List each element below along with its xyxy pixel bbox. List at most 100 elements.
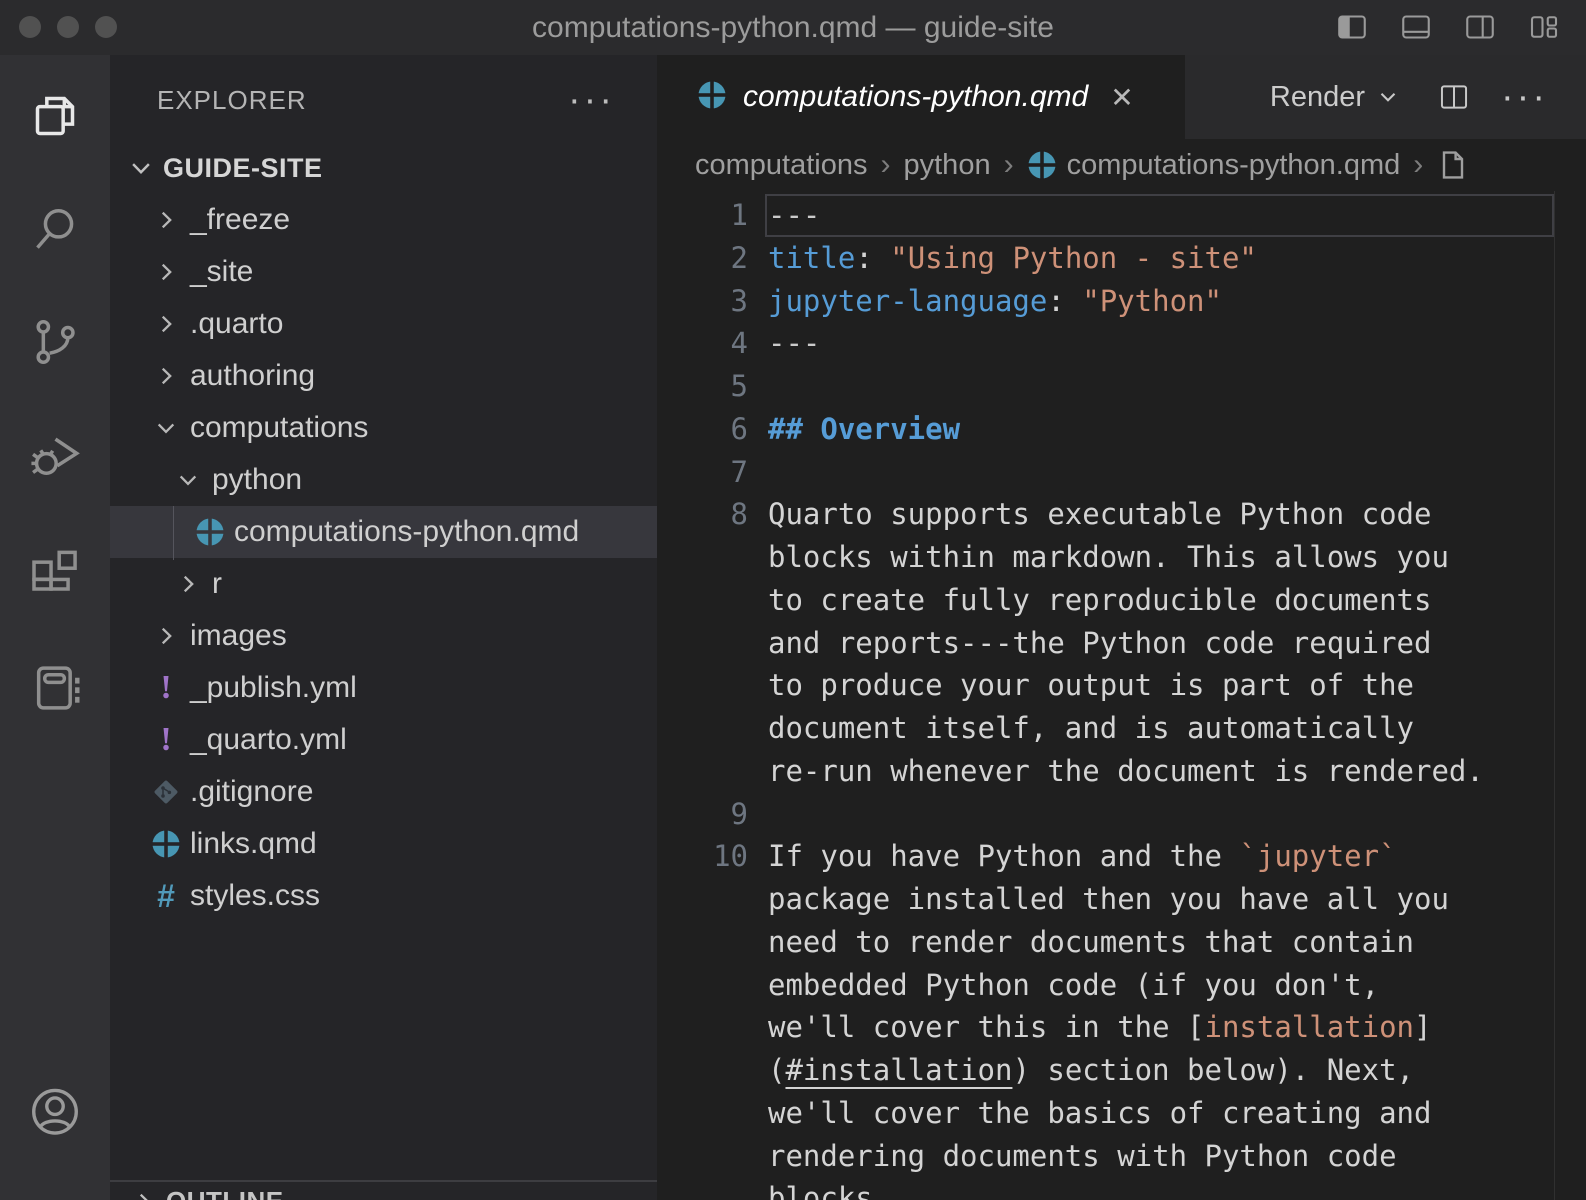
- tree-item-label: .gitignore: [190, 775, 313, 809]
- breadcrumb-item-computations-python-qmd[interactable]: computations-python.qmd: [1027, 149, 1401, 182]
- tree-item-python[interactable]: python: [110, 454, 657, 506]
- explorer-more-actions-icon[interactable]: ···: [568, 75, 615, 125]
- tree-item-label: python: [212, 463, 302, 497]
- outline-section-divider: [110, 1180, 657, 1182]
- tree-item-styles-css[interactable]: #styles.css: [110, 870, 657, 922]
- code-line-wrap: blocks.: [657, 1177, 1586, 1200]
- css-icon: #: [150, 878, 182, 915]
- tree-item-images[interactable]: images: [110, 610, 657, 662]
- explorer-icon[interactable]: [27, 88, 83, 149]
- editor-group: computations-python.qmd ✕ Render ··· com…: [657, 55, 1586, 1200]
- tree-item-links-qmd[interactable]: links.qmd: [110, 818, 657, 870]
- tree-item--quarto-yml[interactable]: !_quarto.yml: [110, 714, 657, 766]
- tree-root-guide-site[interactable]: GUIDE-SITE: [110, 142, 657, 194]
- line-number: [657, 1006, 748, 1049]
- close-tab-icon[interactable]: ✕: [1110, 81, 1133, 114]
- explorer-header-label: EXPLORER: [157, 75, 307, 125]
- line-number: [657, 964, 748, 1007]
- toggle-primary-sidebar-icon[interactable]: [1334, 9, 1370, 45]
- tree-item-label: images: [190, 619, 287, 653]
- line-number: [657, 1092, 748, 1135]
- activity-bar: [0, 55, 110, 1200]
- line-number: [657, 664, 748, 707]
- tree-item-authoring[interactable]: authoring: [110, 350, 657, 402]
- code-line-wrap: document itself, and is automatically: [657, 707, 1586, 750]
- chevron-right-icon: [172, 571, 204, 597]
- render-button[interactable]: Render: [1270, 81, 1401, 114]
- tree-item-label: _freeze: [190, 203, 290, 237]
- chevron-down-icon: [150, 415, 182, 441]
- code-line-4: 4---: [657, 322, 1586, 365]
- line-number: [657, 1135, 748, 1178]
- tree-item-computations-python-qmd[interactable]: computations-python.qmd: [110, 506, 657, 558]
- breadcrumb-item-computations[interactable]: computations: [695, 149, 868, 182]
- git-icon: [150, 777, 182, 807]
- line-number: [657, 921, 748, 964]
- code-line-wrap: package installed then you have all you: [657, 878, 1586, 921]
- tab-bar: computations-python.qmd ✕ Render ···: [657, 55, 1586, 139]
- breadcrumb-separator: ›: [881, 148, 891, 182]
- tree-item--publish-yml[interactable]: !_publish.yml: [110, 662, 657, 714]
- account-icon[interactable]: [26, 1083, 84, 1146]
- breadcrumb-separator: ›: [1413, 148, 1423, 182]
- tree-item-r[interactable]: r: [110, 558, 657, 610]
- code-line-10: 10If you have Python and the `jupyter`: [657, 835, 1586, 878]
- customize-layout-icon[interactable]: [1526, 9, 1562, 45]
- tree-item-label: authoring: [190, 359, 315, 393]
- notebook-icon[interactable]: [27, 660, 83, 721]
- tree-item--gitignore[interactable]: .gitignore: [110, 766, 657, 818]
- line-number: 10: [657, 835, 748, 878]
- code-line-6: 6## Overview: [657, 408, 1586, 451]
- code-line-8: 8Quarto supports executable Python code: [657, 493, 1586, 536]
- line-number: 4: [657, 322, 748, 365]
- tree-item-label: _quarto.yml: [190, 723, 347, 757]
- quarto-icon: [1027, 150, 1057, 180]
- line-number: [657, 536, 748, 579]
- editor-more-actions-icon[interactable]: ···: [1501, 55, 1548, 139]
- line-number: [657, 750, 748, 793]
- line-number: 3: [657, 280, 748, 323]
- code-line-3: 3jupyter-language: "Python": [657, 280, 1586, 323]
- chevron-right-icon: [150, 623, 182, 649]
- breadcrumb-item-python[interactable]: python: [904, 149, 991, 182]
- line-number: 7: [657, 451, 748, 494]
- explorer-sidebar: EXPLORER ··· GUIDE-SITE _freeze _site .qua…: [110, 55, 657, 1200]
- tab-computations-python[interactable]: computations-python.qmd ✕: [657, 55, 1185, 139]
- source-control-icon[interactable]: [27, 314, 83, 375]
- line-number: [657, 1177, 748, 1200]
- split-editor-icon[interactable]: [1437, 80, 1471, 114]
- code-line-5: 5: [657, 365, 1586, 408]
- tree-item--quarto[interactable]: .quarto: [110, 298, 657, 350]
- breadcrumb: computations › python › computations-python.…: [657, 139, 1586, 191]
- breadcrumb-item-file[interactable]: [1436, 149, 1468, 181]
- code-line-wrap: and reports---the Python code required: [657, 622, 1586, 665]
- quarto-icon: [194, 517, 226, 547]
- file-tree: _freeze _site .quarto authoring computations…: [110, 194, 657, 922]
- breadcrumb-separator: ›: [1004, 148, 1014, 182]
- chevron-right-icon: [150, 207, 182, 233]
- tree-item-computations[interactable]: computations: [110, 402, 657, 454]
- line-number: 2: [657, 237, 748, 280]
- line-number: [657, 579, 748, 622]
- tree-item-label: r: [212, 567, 222, 601]
- outline-label: OUTLINE: [166, 1186, 284, 1200]
- outline-section-header[interactable]: OUTLINE: [128, 1186, 284, 1200]
- toggle-secondary-sidebar-icon[interactable]: [1462, 9, 1498, 45]
- tree-indent-guide: [173, 506, 174, 560]
- chevron-right-icon: [150, 363, 182, 389]
- code-line-wrap: re-run whenever the document is rendered…: [657, 750, 1586, 793]
- tree-item--freeze[interactable]: _freeze: [110, 194, 657, 246]
- chevron-down-icon: [125, 154, 157, 182]
- toggle-panel-icon[interactable]: [1398, 9, 1434, 45]
- code-editor[interactable]: 1---2title: "Using Python - site"3jupyte…: [657, 191, 1586, 1200]
- search-icon[interactable]: [27, 201, 83, 262]
- tree-item--site[interactable]: _site: [110, 246, 657, 298]
- tree-item-label: .quarto: [190, 307, 283, 341]
- code-line-wrap: embedded Python code (if you don't,: [657, 964, 1586, 1007]
- code-line-7: 7: [657, 451, 1586, 494]
- line-number: [657, 878, 748, 921]
- extensions-icon[interactable]: [27, 540, 83, 601]
- run-and-debug-icon[interactable]: [27, 427, 83, 488]
- code-line-wrap: we'll cover this in the [installation]: [657, 1006, 1586, 1049]
- code-line-wrap: blocks within markdown. This allows you: [657, 536, 1586, 579]
